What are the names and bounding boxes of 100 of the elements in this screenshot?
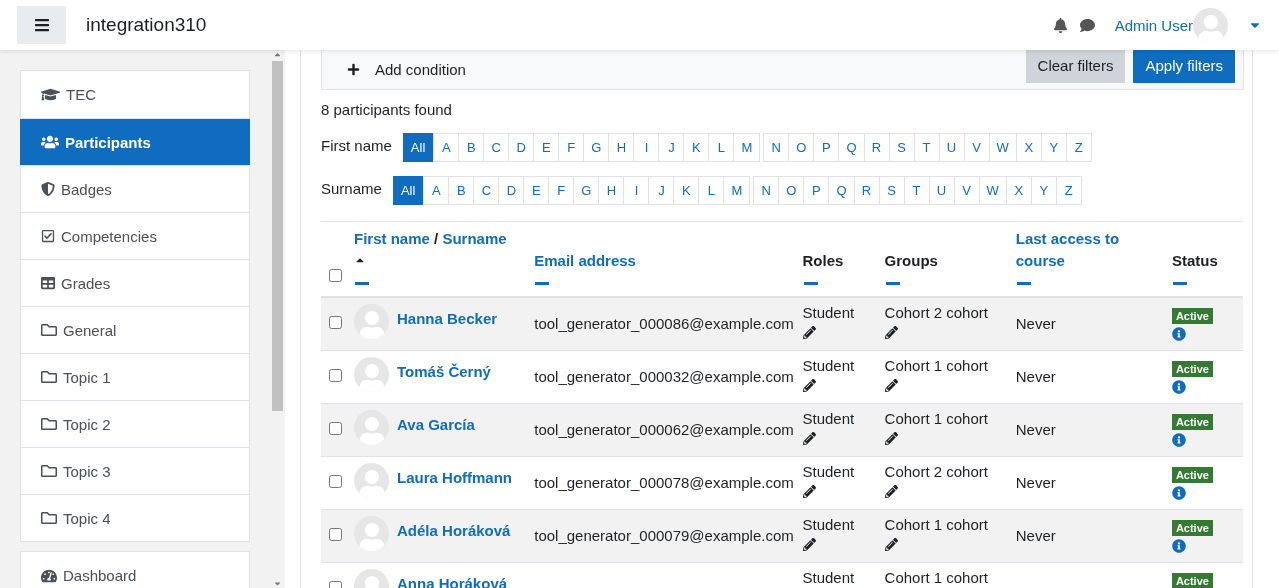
row-checkbox[interactable] bbox=[329, 369, 342, 382]
initial-link[interactable]: T bbox=[913, 133, 940, 162]
collapse-icon[interactable] bbox=[535, 282, 550, 285]
sort-link[interactable]: Last access to course bbox=[1015, 228, 1172, 272]
participant-name[interactable]: Hanna Becker bbox=[397, 304, 498, 327]
initial-link[interactable]: W bbox=[988, 133, 1017, 162]
collapse-icon[interactable] bbox=[1016, 282, 1031, 285]
initial-link[interactable]: P bbox=[813, 133, 840, 162]
apply-filters-button[interactable]: Apply filters bbox=[1133, 50, 1235, 83]
menu-button[interactable] bbox=[17, 6, 66, 44]
row-checkbox[interactable] bbox=[329, 475, 342, 488]
participant-name[interactable]: Tomáš Černý bbox=[397, 356, 491, 380]
initial-link[interactable]: I bbox=[633, 133, 660, 162]
initial-link[interactable]: X bbox=[1015, 133, 1042, 162]
initial-link[interactable]: I bbox=[623, 176, 650, 205]
clear-filters-button[interactable]: Clear filters bbox=[1025, 50, 1126, 83]
pencil-icon[interactable] bbox=[884, 537, 898, 551]
initial-link[interactable]: K bbox=[683, 133, 710, 162]
initial-link[interactable]: T bbox=[903, 176, 930, 205]
initial-link[interactable]: N bbox=[753, 176, 780, 205]
initial-link[interactable]: U bbox=[928, 176, 955, 205]
initial-link[interactable]: B bbox=[448, 176, 475, 205]
sort-link[interactable]: First name bbox=[354, 228, 430, 250]
initial-link[interactable]: S bbox=[888, 133, 915, 162]
initial-link[interactable]: H bbox=[608, 133, 635, 162]
initial-link[interactable]: V bbox=[953, 176, 980, 205]
nav-item[interactable]: Topic 4 bbox=[21, 494, 249, 541]
initial-link[interactable]: G bbox=[583, 133, 610, 162]
initial-link[interactable]: C bbox=[473, 176, 500, 205]
initial-link[interactable]: A bbox=[433, 133, 460, 162]
initial-link[interactable]: G bbox=[573, 176, 600, 205]
initial-link[interactable]: N bbox=[763, 133, 790, 162]
sort-link[interactable]: Email address bbox=[534, 250, 636, 272]
initial-link[interactable]: Z bbox=[1055, 176, 1082, 205]
initial-link[interactable]: B bbox=[458, 133, 485, 162]
sort-link[interactable]: Surname bbox=[442, 228, 507, 250]
collapse-icon[interactable] bbox=[355, 282, 370, 285]
collapse-icon[interactable] bbox=[885, 282, 900, 285]
user-name[interactable]: Admin User bbox=[1114, 16, 1193, 34]
scrollbar[interactable] bbox=[270, 50, 284, 588]
nav-item[interactable]: Participants bbox=[20, 118, 250, 165]
initial-link[interactable]: U bbox=[938, 133, 965, 162]
initial-link[interactable]: W bbox=[978, 176, 1007, 205]
initial-link[interactable]: Z bbox=[1065, 133, 1092, 162]
pencil-icon[interactable] bbox=[884, 484, 898, 498]
participant-name[interactable]: Adéla Horáková bbox=[397, 515, 511, 539]
nav-item[interactable]: Badges bbox=[21, 165, 249, 212]
add-condition-button[interactable]: Add condition bbox=[347, 61, 466, 78]
pencil-icon[interactable] bbox=[802, 537, 816, 551]
initial-link[interactable]: R bbox=[863, 133, 890, 162]
initial-link[interactable]: J bbox=[648, 176, 675, 205]
info-icon[interactable] bbox=[1171, 327, 1186, 341]
initial-link[interactable]: A bbox=[423, 176, 450, 205]
pencil-icon[interactable] bbox=[802, 378, 816, 392]
info-icon[interactable] bbox=[1171, 379, 1186, 394]
initial-link[interactable]: F bbox=[558, 133, 585, 162]
nav-item[interactable]: TEC bbox=[21, 71, 249, 118]
initial-link[interactable]: O bbox=[788, 133, 815, 162]
initial-link[interactable]: C bbox=[483, 133, 510, 162]
nav-item[interactable]: Competencies bbox=[21, 212, 249, 259]
initial-link[interactable]: D bbox=[498, 176, 525, 205]
initial-link[interactable]: V bbox=[963, 133, 990, 162]
initial-link[interactable]: L bbox=[708, 133, 735, 162]
info-icon[interactable] bbox=[1171, 432, 1186, 447]
initial-link[interactable]: H bbox=[598, 176, 625, 205]
initial-link[interactable]: Q bbox=[838, 133, 865, 162]
participant-name[interactable]: Ava García bbox=[397, 409, 475, 433]
pencil-icon[interactable] bbox=[802, 484, 816, 498]
participant-name[interactable]: Anna Horáková bbox=[397, 568, 508, 588]
pencil-icon[interactable] bbox=[802, 431, 816, 445]
info-icon[interactable] bbox=[1171, 538, 1186, 553]
initial-link[interactable]: All bbox=[402, 133, 434, 162]
initial-link[interactable]: All bbox=[392, 176, 424, 205]
initial-link[interactable]: S bbox=[878, 176, 905, 205]
initial-link[interactable]: M bbox=[723, 176, 751, 205]
collapse-icon[interactable] bbox=[803, 282, 818, 285]
nav-item[interactable]: General bbox=[21, 306, 249, 353]
nav-item[interactable]: Grades bbox=[21, 259, 249, 306]
initial-link[interactable]: R bbox=[853, 176, 880, 205]
row-checkbox[interactable] bbox=[329, 422, 342, 435]
pencil-icon[interactable] bbox=[884, 378, 898, 392]
nav-item[interactable]: Topic 2 bbox=[21, 400, 249, 447]
participant-name[interactable]: Laura Hoffmann bbox=[397, 462, 513, 486]
select-all-checkbox[interactable] bbox=[329, 269, 342, 282]
scroll-down-icon[interactable] bbox=[272, 579, 282, 588]
initial-link[interactable]: Y bbox=[1030, 176, 1057, 205]
initial-link[interactable]: Y bbox=[1040, 133, 1067, 162]
initial-link[interactable]: D bbox=[508, 133, 535, 162]
pencil-icon[interactable] bbox=[884, 326, 898, 339]
pencil-icon[interactable] bbox=[884, 431, 898, 445]
info-icon[interactable] bbox=[1171, 485, 1186, 500]
initial-link[interactable]: L bbox=[698, 176, 725, 205]
initial-link[interactable]: P bbox=[803, 176, 830, 205]
row-checkbox[interactable] bbox=[329, 316, 342, 330]
nav-item[interactable]: Topic 3 bbox=[21, 447, 249, 494]
initial-link[interactable]: M bbox=[733, 133, 761, 162]
initial-link[interactable]: K bbox=[673, 176, 700, 205]
initial-link[interactable]: F bbox=[548, 176, 575, 205]
initial-link[interactable]: E bbox=[533, 133, 560, 162]
nav-item[interactable]: Dashboard bbox=[21, 552, 249, 588]
